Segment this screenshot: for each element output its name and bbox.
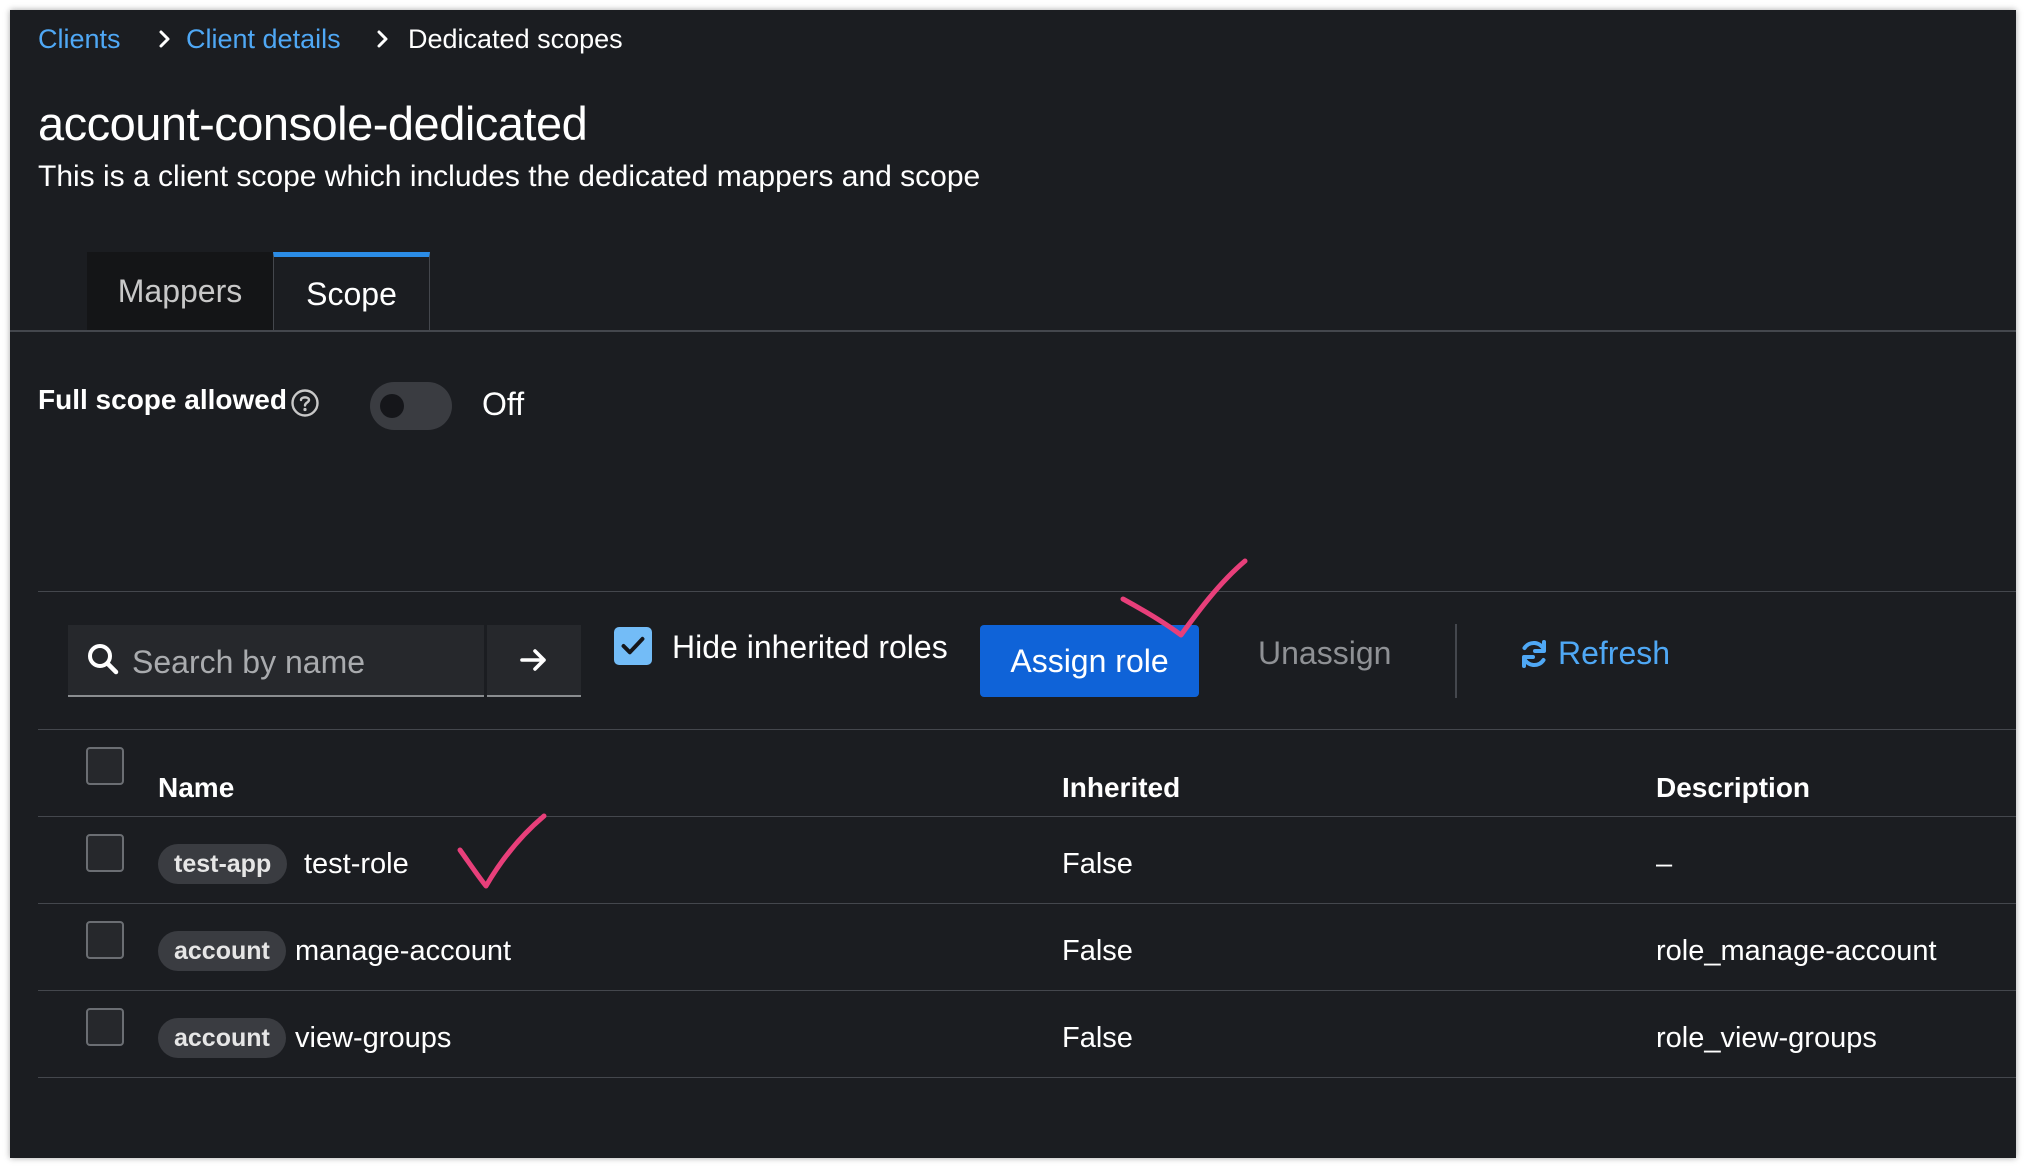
select-all-checkbox[interactable] xyxy=(86,747,124,785)
description-value: – xyxy=(1656,848,1673,880)
arrow-right-icon xyxy=(520,649,546,671)
full-scope-toggle[interactable] xyxy=(370,382,452,430)
client-chip: test-app xyxy=(158,844,288,884)
hide-inherited-label: Hide inherited roles xyxy=(672,629,948,665)
row-checkbox[interactable] xyxy=(86,834,124,872)
refresh-button[interactable]: Refresh xyxy=(1518,635,1670,672)
refresh-label: Refresh xyxy=(1558,635,1671,671)
page-title: account-console-dedicated xyxy=(38,97,588,150)
row-divider xyxy=(38,1077,2016,1078)
column-header-name: Name xyxy=(158,772,235,803)
app-frame: Clients Client details Dedicated scopes … xyxy=(10,10,2016,1158)
assign-role-button[interactable]: Assign role xyxy=(980,625,1199,697)
row-checkbox[interactable] xyxy=(86,1008,124,1046)
description-value: role_manage-account xyxy=(1656,935,1937,967)
unassign-button[interactable]: Unassign xyxy=(1258,635,1391,672)
full-scope-label: Full scope allowed xyxy=(38,384,287,415)
inherited-value: False xyxy=(1062,1022,1133,1054)
refresh-icon xyxy=(1522,639,1546,668)
row-divider xyxy=(38,903,2016,904)
column-header-description: Description xyxy=(1656,772,1811,803)
chevron-right-icon xyxy=(374,26,392,52)
inherited-value: False xyxy=(1062,935,1133,967)
role-name: view-groups xyxy=(295,1022,452,1054)
role-name: test-role xyxy=(304,848,409,880)
breadcrumb-current: Dedicated scopes xyxy=(408,24,623,54)
section-divider xyxy=(38,591,2016,592)
chevron-right-icon xyxy=(156,26,174,52)
check-icon xyxy=(621,636,645,655)
search-input[interactable] xyxy=(130,630,484,694)
tabs-divider xyxy=(10,330,2016,332)
role-name: manage-account xyxy=(295,935,512,967)
hide-inherited-checkbox[interactable] xyxy=(614,627,652,665)
tab-scope[interactable]: Scope xyxy=(273,252,430,332)
client-chip: account xyxy=(158,931,286,971)
description-value: role_view-groups xyxy=(1656,1022,1877,1054)
client-chip: account xyxy=(158,1018,286,1058)
annotation-checkmark xyxy=(457,813,547,889)
row-divider xyxy=(38,990,2016,991)
breadcrumb-client-details-link[interactable]: Client details xyxy=(186,24,341,55)
toolbar-divider xyxy=(1455,624,1457,698)
toggle-knob xyxy=(380,394,404,418)
full-scope-state: Off xyxy=(482,386,525,422)
tab-mappers[interactable]: Mappers xyxy=(87,252,273,330)
row-divider xyxy=(38,816,2016,817)
column-header-inherited: Inherited xyxy=(1062,772,1181,803)
help-icon[interactable] xyxy=(290,388,320,418)
table-top-divider xyxy=(38,729,2016,730)
search-submit-button[interactable] xyxy=(487,625,581,697)
breadcrumb-clients-link[interactable]: Clients xyxy=(38,24,121,55)
inherited-value: False xyxy=(1062,848,1133,880)
search-icon xyxy=(86,642,120,676)
row-checkbox[interactable] xyxy=(86,921,124,959)
page-subtitle: This is a client scope which includes th… xyxy=(38,160,981,193)
